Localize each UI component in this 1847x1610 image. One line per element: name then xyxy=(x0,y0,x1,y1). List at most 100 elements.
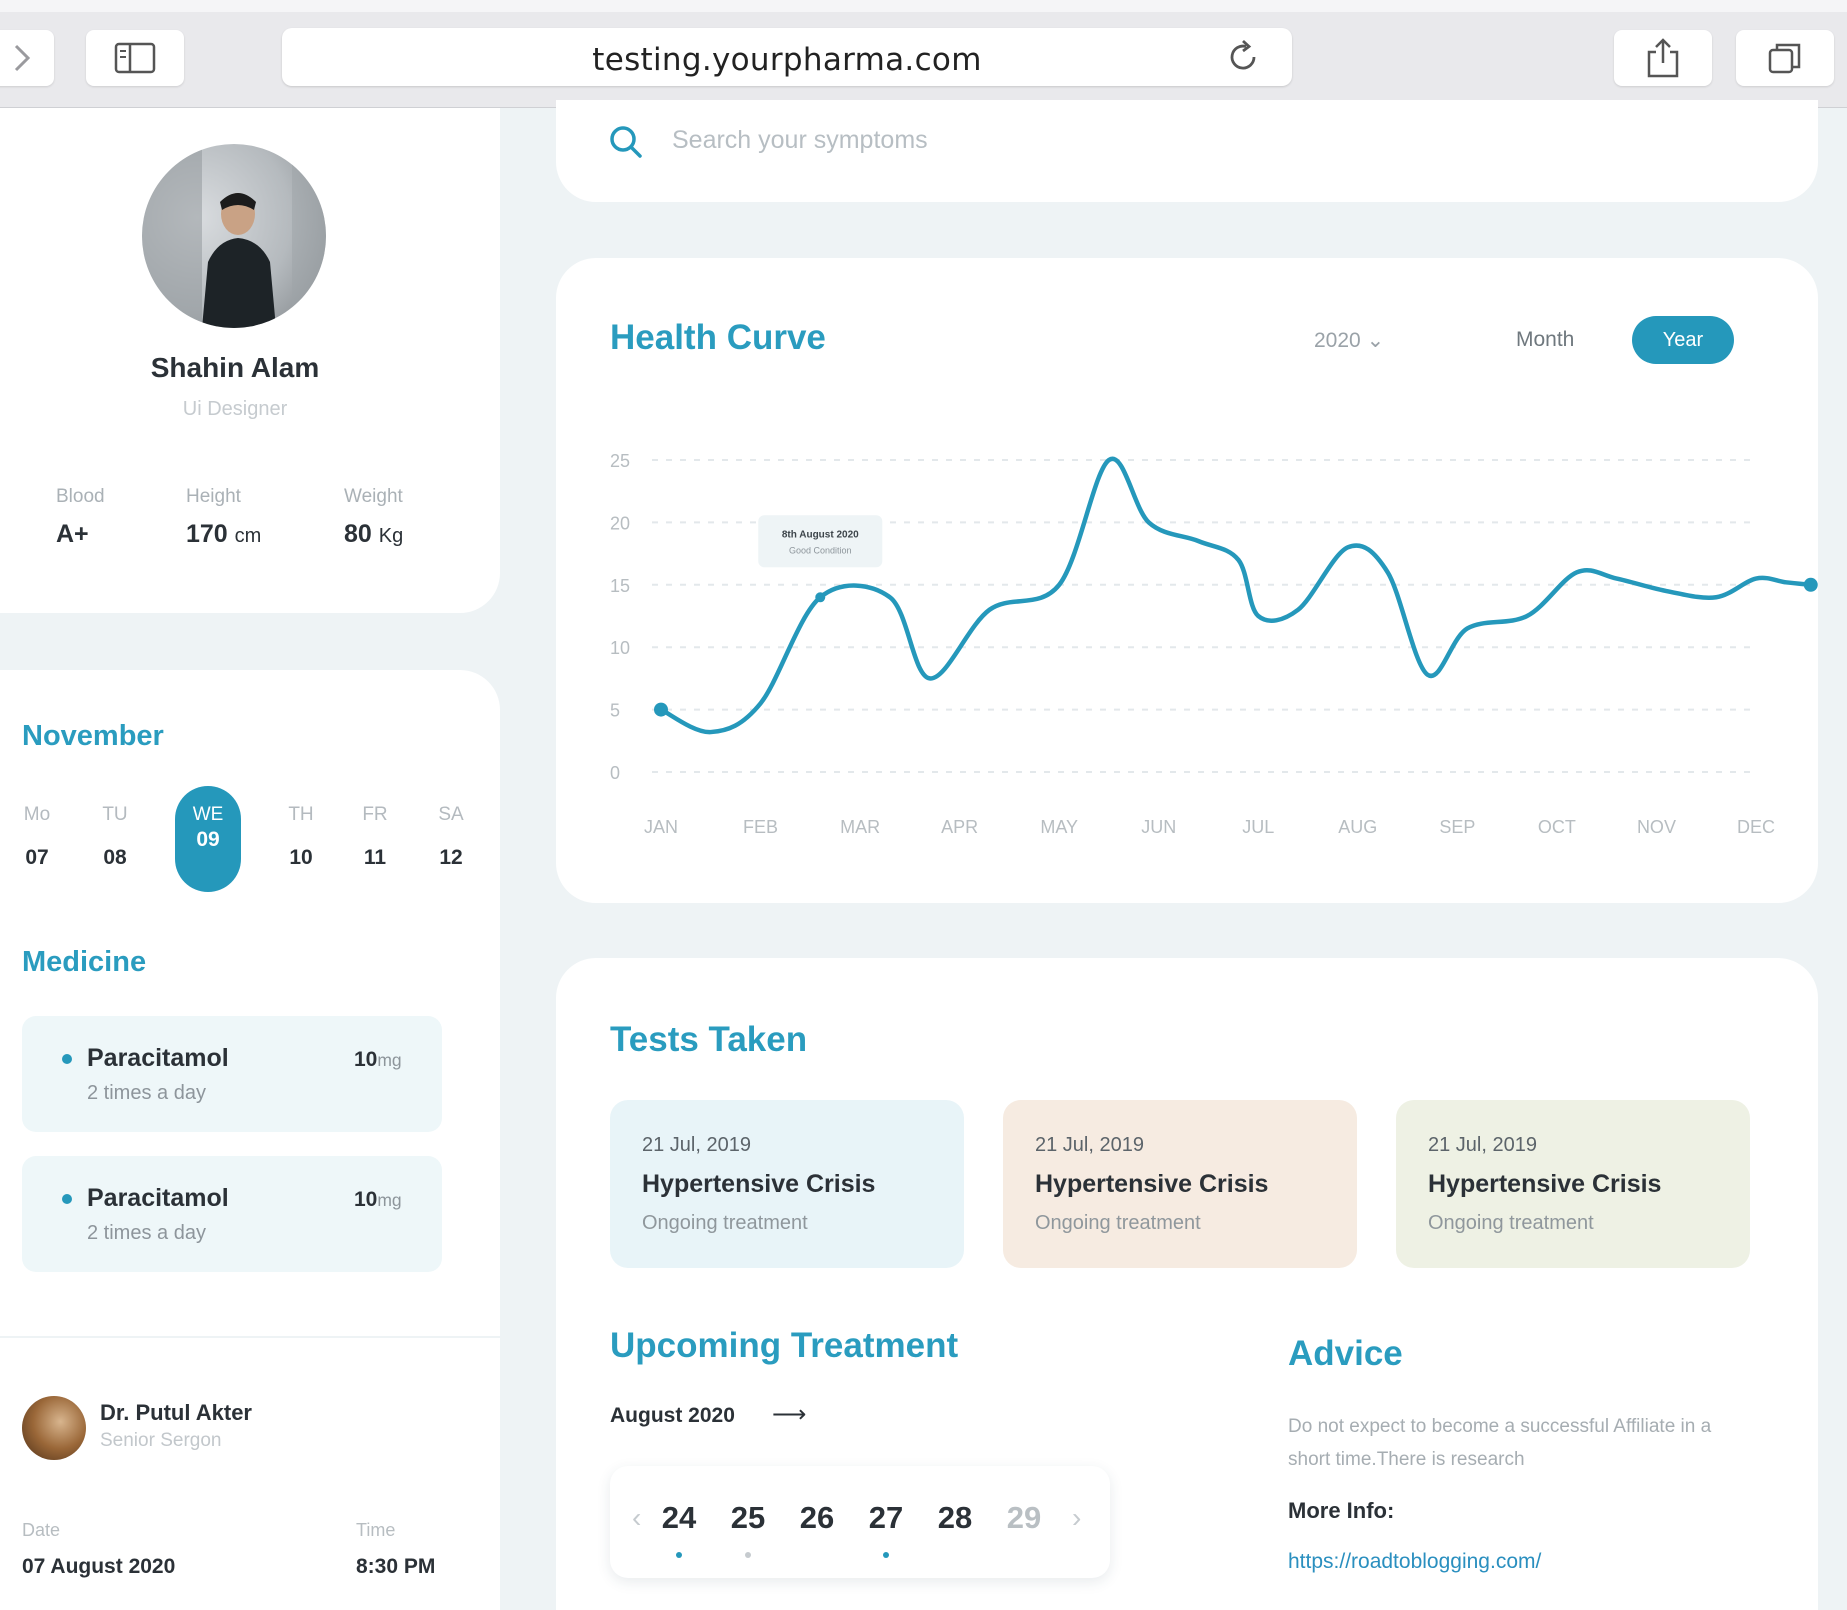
test-date: 21 Jul, 2019 xyxy=(1428,1134,1537,1156)
stat-value: A+ xyxy=(56,520,89,548)
series-line xyxy=(658,456,1813,735)
day-tu[interactable]: TU 08 xyxy=(82,804,148,870)
medicine-frequency: 2 times a day xyxy=(87,1222,206,1244)
date-item[interactable]: 24 xyxy=(654,1500,704,1536)
search-placeholder: Search your symptoms xyxy=(672,126,928,154)
day-fr[interactable]: FR 11 xyxy=(342,804,408,870)
health-curve-card: Health Curve 2020 ⌄ Month Year 0 5 10 15 20 2… xyxy=(556,258,1818,903)
profile-role: Ui Designer xyxy=(182,398,288,420)
divider xyxy=(0,1336,500,1338)
medicine-name: Paracitamol xyxy=(87,1044,229,1072)
stat-value: 170 cm xyxy=(186,520,262,548)
doctor-role: Senior Sergon xyxy=(100,1430,222,1451)
avatar[interactable] xyxy=(142,144,326,328)
data-point xyxy=(654,702,668,717)
y-tick-label: 0 xyxy=(610,763,620,783)
week-strip: Mo 07 TU 08 WE 09 TH 10 FR 11 SA 12 xyxy=(0,786,500,896)
profile-name: Shahin Alam xyxy=(150,352,320,383)
x-tick-label: JUN xyxy=(1141,817,1176,837)
advice-text: Do not expect to become a successful Aff… xyxy=(1288,1416,1712,1470)
x-tick-label: MAY xyxy=(1040,817,1078,837)
calendar-month: November xyxy=(22,720,164,752)
medicine-dose: 10mg xyxy=(354,1048,402,1071)
tabs-button[interactable] xyxy=(1736,30,1834,86)
medicine-name: Paracitamol xyxy=(87,1184,229,1212)
medicine-item[interactable]: Paracitamol 2 times a day 10mg xyxy=(22,1016,442,1132)
medicine-frequency: 2 times a day xyxy=(87,1082,206,1104)
x-tick-label: JAN xyxy=(644,817,678,837)
date-item[interactable]: 26 xyxy=(792,1500,842,1536)
test-card[interactable]: 21 Jul, 2019 Hypertensive Crisis Ongoing… xyxy=(1003,1100,1357,1268)
event-dot xyxy=(883,1552,889,1558)
x-tick-label: APR xyxy=(941,817,978,837)
bullet-icon xyxy=(62,1054,72,1064)
arrow-right-icon[interactable]: ⟶ xyxy=(772,1400,806,1429)
chevron-right-icon xyxy=(14,44,31,72)
day-th[interactable]: TH 10 xyxy=(268,804,334,870)
date-strip: ‹ 24 25 26 27 28 29 › xyxy=(610,1466,1110,1578)
y-tick-label: 25 xyxy=(610,451,630,471)
date-item[interactable]: 27 xyxy=(861,1500,911,1536)
advice-link[interactable]: https://roadtoblogging.com/ xyxy=(1288,1550,1541,1574)
browser-toolbar: testing.yourpharma.com xyxy=(0,0,1847,108)
x-tick-label: AUG xyxy=(1338,817,1377,837)
x-tick-label: DEC xyxy=(1737,817,1775,837)
tooltip-subtitle: Good Condition xyxy=(789,545,852,555)
stat-blood: Blood A+ xyxy=(56,486,105,549)
medicine-dose: 10mg xyxy=(354,1188,402,1211)
y-tick-label: 5 xyxy=(610,701,620,721)
date-item[interactable]: 28 xyxy=(930,1500,980,1536)
test-card[interactable]: 21 Jul, 2019 Hypertensive Crisis Ongoing… xyxy=(610,1100,964,1268)
stat-weight: Weight 80 Kg xyxy=(344,486,403,549)
doctor-avatar[interactable] xyxy=(22,1396,86,1460)
address-bar[interactable]: testing.yourpharma.com xyxy=(282,28,1292,86)
test-date: 21 Jul, 2019 xyxy=(1035,1134,1144,1156)
day-we-selected[interactable]: WE 09 xyxy=(175,786,241,892)
event-dot xyxy=(745,1552,751,1558)
health-curve-chart[interactable]: 0 5 10 15 20 25 JAN FEB MAR APR MAY JUN JUL AUG SEP OCT… xyxy=(556,258,1818,903)
appointment-time: Time 8:30 PM xyxy=(356,1520,436,1578)
test-status: Ongoing treatment xyxy=(642,1212,808,1234)
share-icon xyxy=(1647,38,1679,78)
data-point xyxy=(815,592,826,603)
x-tick-label: FEB xyxy=(743,817,778,837)
day-mo[interactable]: Mo 07 xyxy=(4,804,70,870)
sidebar: Shahin Alam Ui Designer Blood A+ Height … xyxy=(0,108,500,1610)
date-item[interactable]: 29 xyxy=(999,1500,1049,1536)
url-text: testing.yourpharma.com xyxy=(592,42,982,78)
forward-button[interactable] xyxy=(0,30,54,86)
y-tick-label: 20 xyxy=(610,513,630,533)
sidebar-icon xyxy=(114,42,156,74)
tooltip-title: 8th August 2020 xyxy=(782,529,859,540)
sidebar-toggle-button[interactable] xyxy=(86,30,184,86)
advice-title: Advice xyxy=(1288,1334,1403,1373)
x-tick-label: NOV xyxy=(1637,817,1676,837)
chevron-left-icon[interactable]: ‹ xyxy=(632,1502,641,1534)
stat-label: Height xyxy=(186,486,241,507)
test-date: 21 Jul, 2019 xyxy=(642,1134,751,1156)
tests-title: Tests Taken xyxy=(610,1020,808,1059)
x-tick-label: SEP xyxy=(1439,817,1475,837)
date-item[interactable]: 25 xyxy=(723,1500,773,1536)
calendar-medicine-card: November Mo 07 TU 08 WE 09 TH 10 FR 11 SA 12 M… xyxy=(0,670,500,1610)
upcoming-title: Upcoming Treatment xyxy=(610,1326,959,1365)
medicine-item[interactable]: Paracitamol 2 times a day 10mg xyxy=(22,1156,442,1272)
reload-button[interactable] xyxy=(1224,38,1262,81)
x-tick-label: MAR xyxy=(840,817,880,837)
test-card[interactable]: 21 Jul, 2019 Hypertensive Crisis Ongoing… xyxy=(1396,1100,1750,1268)
y-tick-label: 15 xyxy=(610,576,630,596)
tooltip-box xyxy=(758,515,883,568)
search-bar[interactable]: Search your symptoms xyxy=(556,100,1818,202)
reload-icon xyxy=(1230,39,1256,70)
day-sa[interactable]: SA 12 xyxy=(418,804,484,870)
data-point xyxy=(1803,577,1818,592)
upcoming-month: August 2020 xyxy=(610,1404,735,1427)
test-name: Hypertensive Crisis xyxy=(1035,1170,1269,1198)
appointment-date: Date 07 August 2020 xyxy=(22,1520,176,1578)
profile-card: Shahin Alam Ui Designer Blood A+ Height … xyxy=(0,108,500,613)
tabs-icon xyxy=(1768,43,1801,74)
stat-height: Height 170 cm xyxy=(186,486,261,549)
chevron-right-icon[interactable]: › xyxy=(1072,1502,1081,1534)
share-button[interactable] xyxy=(1614,30,1712,86)
bullet-icon xyxy=(62,1194,72,1204)
